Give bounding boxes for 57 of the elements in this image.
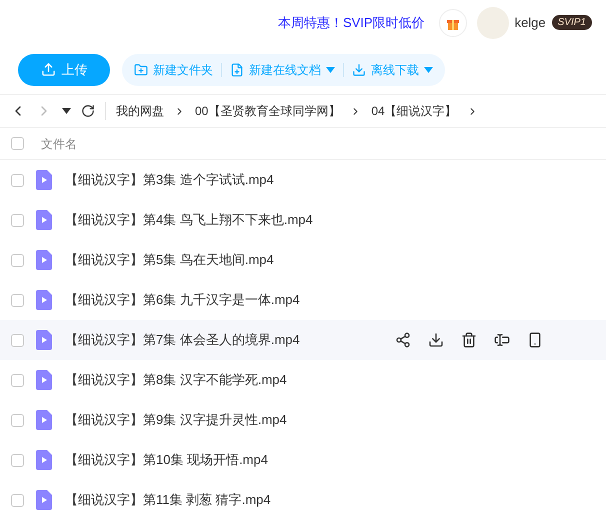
file-name: 【细说汉字】第8集 汉字不能学死.mp4 (65, 371, 288, 390)
download-icon[interactable] (428, 332, 444, 348)
row-checkbox[interactable] (11, 414, 24, 426)
video-file-icon (36, 170, 52, 190)
delete-icon[interactable] (461, 332, 477, 348)
file-row[interactable]: 【细说汉字】第8集 汉字不能学死.mp4 (0, 360, 606, 400)
file-name: 【细说汉字】第10集 现场开悟.mp4 (65, 451, 269, 470)
share-icon[interactable] (395, 332, 411, 348)
upload-icon (40, 62, 56, 77)
file-name: 【细说汉字】第5集 鸟在天地间.mp4 (65, 251, 275, 270)
vip-badge: SVIP1 (552, 15, 592, 30)
file-row[interactable]: 【细说汉字】第11集 剥葱 猜字.mp4 (0, 480, 606, 520)
breadcrumb-link[interactable]: 04【细说汉字】 (371, 102, 457, 120)
column-header[interactable]: 文件名 (41, 134, 77, 152)
phone-icon[interactable] (527, 332, 543, 348)
file-row[interactable]: 【细说汉字】第5集 鸟在天地间.mp4 (0, 240, 606, 280)
file-name: 【细说汉字】第4集 鸟飞上翔不下来也.mp4 (65, 211, 314, 230)
video-file-icon (36, 370, 52, 390)
row-checkbox[interactable] (11, 174, 24, 186)
gift-button[interactable] (438, 8, 467, 36)
username: kelge (514, 14, 546, 32)
row-checkbox[interactable] (11, 214, 24, 226)
row-checkbox[interactable] (11, 334, 24, 346)
row-checkbox[interactable] (11, 374, 24, 386)
video-file-icon (36, 330, 52, 350)
file-row[interactable]: 【细说汉字】第3集 造个字试试.mp4 (0, 160, 606, 200)
video-file-icon (36, 490, 52, 510)
folder-icon (134, 62, 148, 76)
video-file-icon (36, 290, 52, 310)
file-name: 【细说汉字】第7集 体会圣人的境界.mp4 (65, 331, 301, 350)
rename-icon[interactable] (494, 332, 510, 348)
file-row[interactable]: 【细说汉字】第6集 九千汉字是一体.mp4 (0, 280, 606, 320)
doc-icon (230, 62, 244, 76)
video-file-icon (36, 250, 52, 270)
download-icon (352, 62, 366, 76)
promo-link[interactable]: 本周特惠！SVIP限时低价 (278, 12, 425, 32)
row-checkbox[interactable] (11, 454, 24, 466)
video-file-icon (36, 450, 52, 470)
file-name: 【细说汉字】第6集 九千汉字是一体.mp4 (65, 291, 301, 310)
file-row[interactable]: 【细说汉字】第9集 汉字提升灵性.mp4 (0, 400, 606, 440)
row-checkbox[interactable] (11, 294, 24, 306)
file-row[interactable]: 【细说汉字】第10集 现场开悟.mp4 (0, 440, 606, 480)
file-row[interactable]: 【细说汉字】第4集 鸟飞上翔不下来也.mp4 (0, 200, 606, 240)
video-file-icon (36, 210, 52, 230)
breadcrumb-link[interactable]: 00【圣贤教育全球同学网】 (195, 102, 340, 120)
breadcrumb-link[interactable]: 我的网盘 (116, 102, 164, 120)
file-row[interactable]: 【细说汉字】第7集 体会圣人的境界.mp4 (0, 320, 606, 360)
file-name: 【细说汉字】第9集 汉字提升灵性.mp4 (65, 411, 288, 430)
select-all-checkbox[interactable] (11, 137, 24, 150)
refresh-icon[interactable] (81, 104, 95, 118)
history-caret-icon (62, 108, 71, 114)
video-file-icon (36, 410, 52, 430)
file-name: 【细说汉字】第11集 剥葱 猜字.mp4 (65, 491, 272, 510)
row-checkbox[interactable] (11, 494, 24, 506)
avatar[interactable] (476, 6, 509, 38)
row-checkbox[interactable] (11, 254, 24, 266)
file-name: 【细说汉字】第3集 造个字试试.mp4 (65, 171, 275, 190)
